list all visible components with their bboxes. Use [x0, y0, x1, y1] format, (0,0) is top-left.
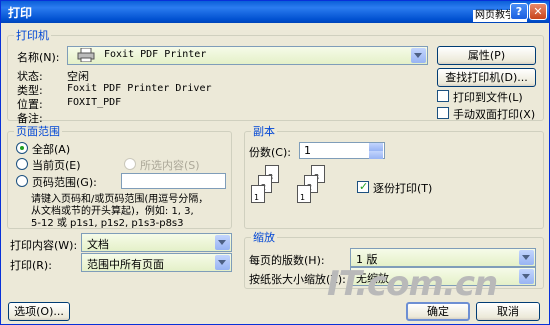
status-value: 空闲 [67, 70, 89, 83]
range-pages-radio[interactable] [16, 175, 28, 187]
print-what-select[interactable]: 文档 [81, 233, 232, 252]
options-button[interactable]: 选项(O)... [8, 302, 70, 321]
spin-down-icon[interactable] [369, 151, 383, 159]
chevron-down-icon [215, 235, 230, 250]
printer-icon [77, 48, 95, 62]
range-selection-label[interactable]: 所选内容(S) [140, 157, 200, 173]
title-bar[interactable]: 打印 网页教学网 ? ✕ [1, 1, 549, 23]
chevron-down-icon [519, 269, 534, 284]
copies-count-input[interactable]: 1 [299, 142, 385, 159]
printer-name-label: 名称(N): [17, 51, 60, 64]
range-all-radio[interactable] [16, 142, 28, 154]
page-range-group-title: 页面范围 [14, 125, 62, 138]
cancel-button[interactable]: 取消 [476, 302, 540, 321]
collate-checkbox[interactable] [357, 180, 369, 193]
window-title: 打印 [8, 6, 33, 20]
range-pages-label[interactable]: 页码范围(G): [32, 174, 97, 190]
page-number: 1 [254, 193, 260, 202]
print-what-value: 文档 [87, 238, 109, 251]
page-number: 1 [300, 193, 306, 202]
properties-button[interactable]: 属性(P) [437, 46, 536, 65]
copies-count-label: 份数(C): [249, 146, 291, 159]
pages-per-sheet-label: 每页的版数(H): [249, 254, 325, 267]
page-range-input[interactable] [121, 173, 226, 189]
print-select[interactable]: 范围中所有页面 [81, 253, 232, 272]
range-current-label[interactable]: 当前页(E) [32, 157, 81, 173]
print-value: 范围中所有页面 [87, 258, 164, 271]
print-to-file-label[interactable]: 打印到文件(L) [453, 89, 523, 105]
printer-name-select[interactable]: Foxit PDF Printer [67, 46, 428, 65]
collate-label[interactable]: 逐份打印(T) [373, 180, 432, 196]
range-current-radio[interactable] [16, 158, 28, 170]
range-selection-radio[interactable] [124, 158, 136, 170]
range-all-label[interactable]: 全部(A) [32, 141, 70, 157]
collate-page-b1: 1 [297, 185, 311, 203]
chevron-down-icon [519, 250, 534, 265]
manual-duplex-checkbox[interactable] [437, 107, 449, 119]
chevron-down-icon [215, 255, 230, 270]
ok-button[interactable]: 确定 [406, 302, 470, 321]
close-button[interactable]: ✕ [529, 3, 547, 20]
print-to-file-checkbox[interactable] [437, 90, 449, 102]
chevron-down-icon [411, 48, 426, 63]
copies-group-title: 副本 [251, 125, 277, 138]
zoom-group-title: 缩放 [251, 231, 277, 244]
printer-group-title: 打印机 [14, 29, 51, 42]
print-dialog: 打印 网页教学网 ? ✕ 打印机 名称(N): Foxit PDF Printe… [0, 0, 550, 325]
site-watermark: IT.com.cn [327, 264, 498, 304]
printer-name-value: Foxit PDF Printer [104, 49, 207, 60]
type-value: Foxit PDF Printer Driver [67, 83, 212, 94]
find-printer-button[interactable]: 查找打印机(D)... [437, 68, 536, 87]
manual-duplex-label[interactable]: 手动双面打印(X) [453, 106, 535, 122]
comment-label: 备注: [17, 112, 43, 125]
print-label: 打印(R): [10, 259, 52, 272]
collate-page-a1: 1 [251, 185, 265, 203]
range-hint-line3: 5-12 或 p1s1, p1s2, p1s3-p8s3 [31, 218, 184, 229]
copies-count-value: 1 [304, 144, 311, 157]
spin-up-icon[interactable] [369, 143, 383, 151]
help-button[interactable]: ? [510, 3, 528, 20]
print-what-label: 打印内容(W): [10, 239, 78, 252]
where-value: FOXIT_PDF [67, 97, 122, 108]
